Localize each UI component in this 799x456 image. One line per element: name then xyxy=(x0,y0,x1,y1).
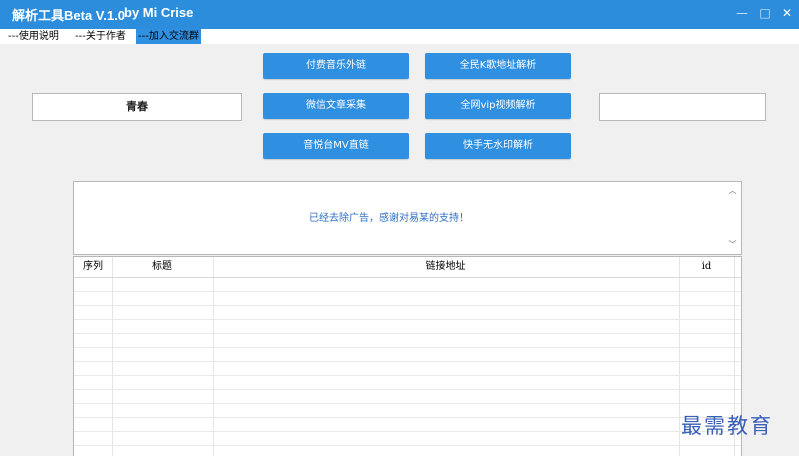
table-row xyxy=(74,445,741,446)
message-scrollbar[interactable]: ︿ ﹀ xyxy=(724,182,741,254)
menu-item-instructions[interactable]: ---使用说明 xyxy=(6,29,61,44)
app-title: 解析工具Beta V.1.0 xyxy=(12,8,125,23)
close-icon[interactable]: ✕ xyxy=(776,3,798,23)
message-panel[interactable]: 已经去除广告，感谢对易某的支持！ ︿ ﹀ xyxy=(73,181,742,255)
menu-item-about-author[interactable]: ---关于作者 xyxy=(73,29,128,44)
table-row xyxy=(74,361,741,362)
column-divider xyxy=(112,257,113,456)
maximize-icon[interactable]: □ xyxy=(754,3,776,23)
title-bar: 解析工具Beta V.1.0 by Mi Crise — □ ✕ xyxy=(0,0,799,29)
scroll-up-icon[interactable]: ︿ xyxy=(727,185,738,196)
kuaishou-no-watermark-button[interactable]: 快手无水印解析 xyxy=(425,133,571,159)
table-row xyxy=(74,319,741,320)
table-row xyxy=(74,403,741,404)
table-row xyxy=(74,431,741,432)
table-row xyxy=(74,375,741,376)
column-header-title[interactable]: 标题 xyxy=(112,257,212,277)
vip-video-parse-button[interactable]: 全网vip视频解析 xyxy=(425,93,571,119)
table-row xyxy=(74,417,741,418)
message-text: 已经去除广告，感谢对易某的支持！ xyxy=(309,213,469,224)
table-row xyxy=(74,291,741,292)
results-table[interactable]: 序列 标题 链接地址 id xyxy=(73,256,742,456)
column-header-index[interactable]: 序列 xyxy=(74,257,112,277)
paid-music-link-button[interactable]: 付费音乐外链 xyxy=(263,53,409,79)
output-field[interactable] xyxy=(599,93,766,121)
table-row xyxy=(74,347,741,348)
column-divider xyxy=(213,257,214,456)
menu-item-join-group[interactable]: ---加入交流群 xyxy=(136,29,201,44)
column-header-link[interactable]: 链接地址 xyxy=(213,257,678,277)
table-row xyxy=(74,333,741,334)
table-row xyxy=(74,389,741,390)
menu-bar: ---使用说明 ---关于作者 ---加入交流群 xyxy=(0,29,799,44)
search-input[interactable]: 青春 xyxy=(32,93,242,121)
app-author: by Mi Crise xyxy=(124,5,194,20)
minimize-icon[interactable]: — xyxy=(731,3,753,23)
wechat-article-collect-button[interactable]: 微信文章采集 xyxy=(263,93,409,119)
yinyuetai-mv-link-button[interactable]: 音悦台MV直链 xyxy=(263,133,409,159)
column-header-id[interactable]: id xyxy=(679,257,734,277)
scroll-down-icon[interactable]: ﹀ xyxy=(727,239,738,250)
column-divider xyxy=(679,257,680,456)
table-row xyxy=(74,305,741,306)
watermark-text: 最需教育 xyxy=(681,414,773,438)
header-divider xyxy=(74,277,741,278)
kge-address-parse-button[interactable]: 全民K歌地址解析 xyxy=(425,53,571,79)
